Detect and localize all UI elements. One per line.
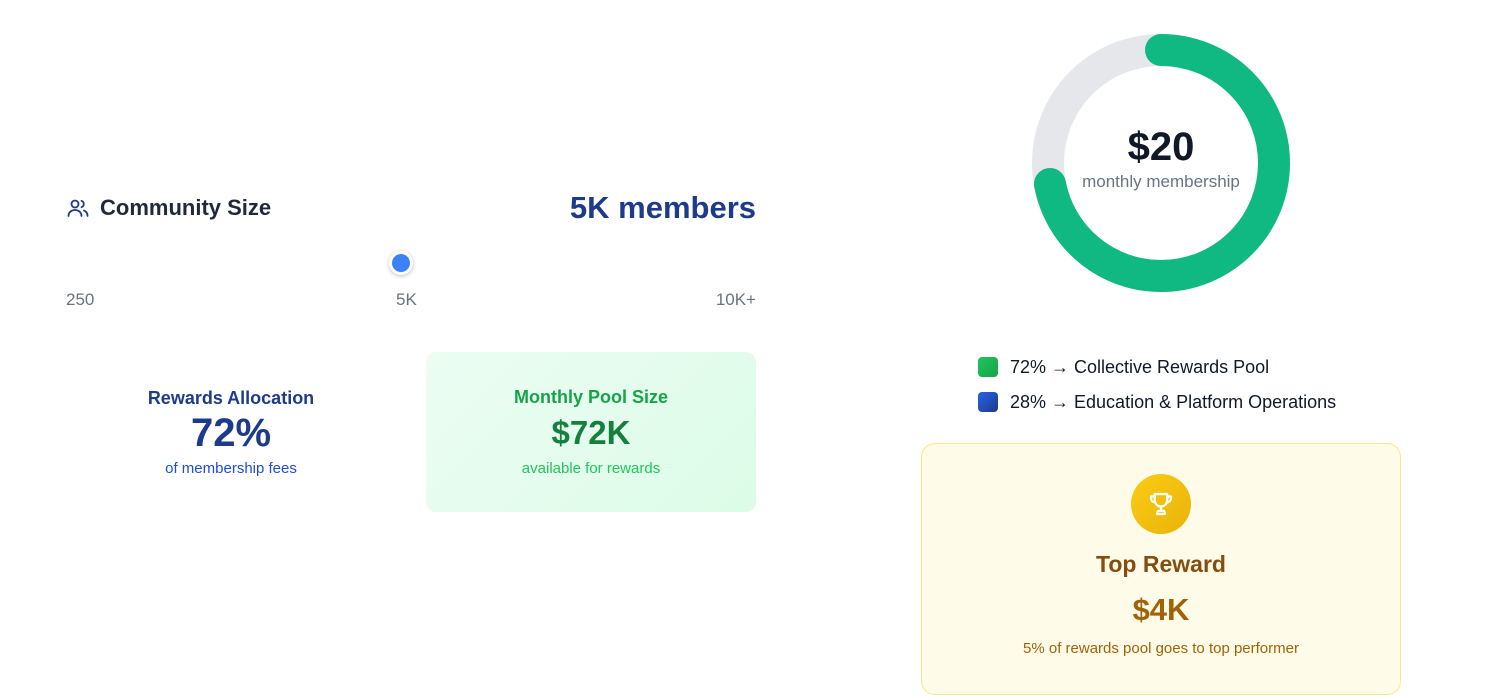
community-size-label: Community Size: [100, 195, 272, 220]
trophy-icon: [1149, 492, 1173, 516]
top-reward-subtitle: 5% of rewards pool goes to top performer: [1023, 640, 1299, 657]
rewards-allocation-subtitle: of membership fees: [165, 459, 297, 477]
legend-text: 72% → Collective Rewards Pool: [1010, 356, 1270, 377]
top-reward-card: Top Reward $4K 5% of rewards pool goes t…: [921, 443, 1401, 695]
slider-max-label: 10K+: [715, 290, 756, 309]
trophy-badge: [1131, 474, 1191, 534]
allocation-legend: 72% → Collective Rewards Pool 28% → Educ…: [978, 355, 1398, 425]
legend-item-education: 28% → Education & Platform Operations: [978, 390, 1398, 414]
legend-item-rewards-pool: 72% → Collective Rewards Pool: [978, 355, 1398, 379]
slider-min-label: 250: [66, 290, 95, 309]
top-reward-title: Top Reward: [1096, 551, 1226, 577]
users-icon: [66, 196, 90, 220]
monthly-pool-card: Monthly Pool Size $72K available for rew…: [426, 352, 756, 512]
membership-amount: $20: [1127, 124, 1195, 169]
rewards-allocation-card: Rewards Allocation 72% of membership fee…: [66, 352, 396, 512]
monthly-pool-value: $72K: [551, 414, 631, 451]
slider-thumb[interactable]: [389, 251, 413, 275]
membership-label: monthly membership: [1082, 171, 1240, 191]
monthly-pool-subtitle: available for rewards: [521, 460, 661, 477]
community-size-header: Community Size 5K members: [66, 188, 756, 228]
legend-swatch-blue: [978, 392, 998, 412]
monthly-pool-title: Monthly Pool Size: [513, 387, 668, 407]
members-value: 5K members: [569, 190, 756, 225]
donut-center: $20 monthly membership: [1032, 34, 1290, 292]
slider-mid-label: 5K: [396, 290, 417, 309]
rewards-allocation-title: Rewards Allocation: [147, 387, 315, 408]
rewards-allocation-value: 72%: [190, 410, 272, 455]
community-size-slider[interactable]: [66, 250, 756, 276]
legend-swatch-green: [978, 357, 998, 377]
top-reward-value: $4K: [1132, 592, 1190, 627]
legend-text: 28% → Education & Platform Operations: [1010, 391, 1337, 412]
slider-ticks: 250 5K 10K+: [66, 290, 756, 312]
community-size-title: Community Size: [66, 195, 271, 221]
